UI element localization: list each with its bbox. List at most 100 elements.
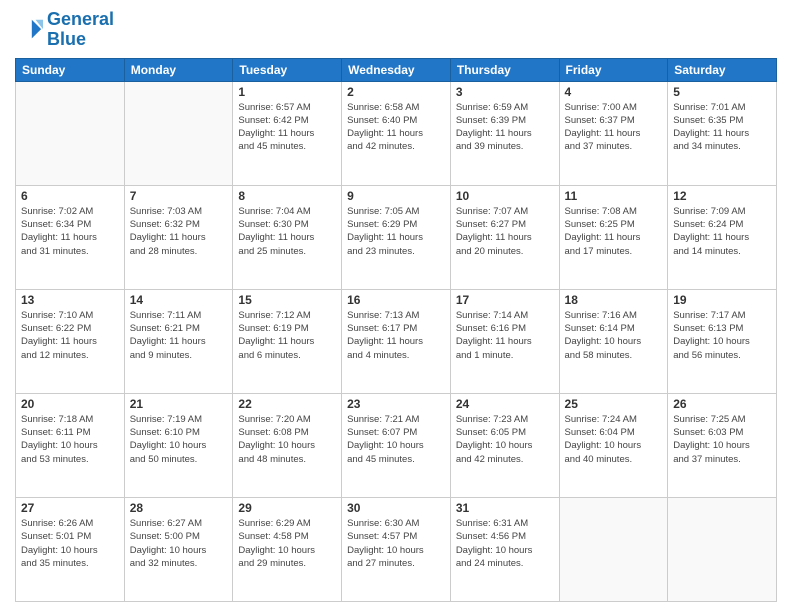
calendar-cell: 17 Sunrise: 7:14 AM Sunset: 6:16 PM Dayli… xyxy=(450,289,559,393)
weekday-header-cell: Friday xyxy=(559,58,668,81)
calendar-cell: 26 Sunrise: 7:25 AM Sunset: 6:03 PM Dayli… xyxy=(668,393,777,497)
day-info: Sunrise: 6:30 AM Sunset: 4:57 PM Dayligh… xyxy=(347,517,445,570)
day-number: 10 xyxy=(456,189,554,203)
day-number: 20 xyxy=(21,397,119,411)
day-number: 5 xyxy=(673,85,771,99)
calendar-week-row: 6 Sunrise: 7:02 AM Sunset: 6:34 PM Daylig… xyxy=(16,185,777,289)
calendar-cell: 25 Sunrise: 7:24 AM Sunset: 6:04 PM Dayli… xyxy=(559,393,668,497)
day-info: Sunrise: 7:14 AM Sunset: 6:16 PM Dayligh… xyxy=(456,309,554,362)
day-info: Sunrise: 7:04 AM Sunset: 6:30 PM Dayligh… xyxy=(238,205,336,258)
day-number: 1 xyxy=(238,85,336,99)
calendar-cell: 14 Sunrise: 7:11 AM Sunset: 6:21 PM Dayli… xyxy=(124,289,233,393)
day-number: 3 xyxy=(456,85,554,99)
calendar-cell xyxy=(16,81,125,185)
day-info: Sunrise: 7:00 AM Sunset: 6:37 PM Dayligh… xyxy=(565,101,663,154)
day-number: 22 xyxy=(238,397,336,411)
day-number: 12 xyxy=(673,189,771,203)
calendar-cell: 24Sunrise: 7:23 AM Sunset: 6:05 PM Dayli… xyxy=(450,393,559,497)
day-info: Sunrise: 7:11 AM Sunset: 6:21 PM Dayligh… xyxy=(130,309,228,362)
day-info: Sunrise: 6:57 AM Sunset: 6:42 PM Dayligh… xyxy=(238,101,336,154)
calendar-cell: 3Sunrise: 6:59 AM Sunset: 6:39 PM Daylig… xyxy=(450,81,559,185)
weekday-header-cell: Sunday xyxy=(16,58,125,81)
calendar-cell: 7 Sunrise: 7:03 AM Sunset: 6:32 PM Daylig… xyxy=(124,185,233,289)
calendar-cell: 21 Sunrise: 7:19 AM Sunset: 6:10 PM Dayli… xyxy=(124,393,233,497)
calendar-cell: 23 Sunrise: 7:21 AM Sunset: 6:07 PM Dayli… xyxy=(342,393,451,497)
calendar-cell: 28Sunrise: 6:27 AM Sunset: 5:00 PM Dayli… xyxy=(124,497,233,601)
day-number: 19 xyxy=(673,293,771,307)
calendar-cell: 8Sunrise: 7:04 AM Sunset: 6:30 PM Daylig… xyxy=(233,185,342,289)
day-info: Sunrise: 7:05 AM Sunset: 6:29 PM Dayligh… xyxy=(347,205,445,258)
day-info: Sunrise: 7:10 AM Sunset: 6:22 PM Dayligh… xyxy=(21,309,119,362)
day-info: Sunrise: 7:01 AM Sunset: 6:35 PM Dayligh… xyxy=(673,101,771,154)
day-number: 17 xyxy=(456,293,554,307)
calendar-week-row: 13Sunrise: 7:10 AM Sunset: 6:22 PM Dayli… xyxy=(16,289,777,393)
calendar-week-row: 1 Sunrise: 6:57 AM Sunset: 6:42 PM Daylig… xyxy=(16,81,777,185)
day-info: Sunrise: 7:25 AM Sunset: 6:03 PM Dayligh… xyxy=(673,413,771,466)
calendar-cell: 4 Sunrise: 7:00 AM Sunset: 6:37 PM Daylig… xyxy=(559,81,668,185)
calendar-cell: 13Sunrise: 7:10 AM Sunset: 6:22 PM Dayli… xyxy=(16,289,125,393)
calendar-cell: 1 Sunrise: 6:57 AM Sunset: 6:42 PM Daylig… xyxy=(233,81,342,185)
day-number: 7 xyxy=(130,189,228,203)
day-info: Sunrise: 7:03 AM Sunset: 6:32 PM Dayligh… xyxy=(130,205,228,258)
day-info: Sunrise: 7:09 AM Sunset: 6:24 PM Dayligh… xyxy=(673,205,771,258)
day-number: 21 xyxy=(130,397,228,411)
calendar-cell: 27 Sunrise: 6:26 AM Sunset: 5:01 PM Dayli… xyxy=(16,497,125,601)
day-number: 4 xyxy=(565,85,663,99)
day-info: Sunrise: 7:23 AM Sunset: 6:05 PM Dayligh… xyxy=(456,413,554,466)
weekday-header-cell: Tuesday xyxy=(233,58,342,81)
day-number: 23 xyxy=(347,397,445,411)
calendar-cell: 30Sunrise: 6:30 AM Sunset: 4:57 PM Dayli… xyxy=(342,497,451,601)
calendar-cell xyxy=(668,497,777,601)
logo: General Blue xyxy=(15,10,114,50)
day-number: 28 xyxy=(130,501,228,515)
day-info: Sunrise: 7:21 AM Sunset: 6:07 PM Dayligh… xyxy=(347,413,445,466)
logo-text: General Blue xyxy=(47,10,114,50)
day-number: 2 xyxy=(347,85,445,99)
page: General Blue SundayMondayTuesdayWednesda… xyxy=(0,0,792,612)
day-info: Sunrise: 7:18 AM Sunset: 6:11 PM Dayligh… xyxy=(21,413,119,466)
day-number: 6 xyxy=(21,189,119,203)
day-number: 15 xyxy=(238,293,336,307)
calendar-cell: 5 Sunrise: 7:01 AM Sunset: 6:35 PM Daylig… xyxy=(668,81,777,185)
calendar-cell: 9Sunrise: 7:05 AM Sunset: 6:29 PM Daylig… xyxy=(342,185,451,289)
day-number: 27 xyxy=(21,501,119,515)
day-number: 26 xyxy=(673,397,771,411)
calendar-cell xyxy=(559,497,668,601)
weekday-header-cell: Wednesday xyxy=(342,58,451,81)
calendar-cell: 18Sunrise: 7:16 AM Sunset: 6:14 PM Dayli… xyxy=(559,289,668,393)
calendar-cell: 16 Sunrise: 7:13 AM Sunset: 6:17 PM Dayli… xyxy=(342,289,451,393)
calendar-cell: 11 Sunrise: 7:08 AM Sunset: 6:25 PM Dayli… xyxy=(559,185,668,289)
day-info: Sunrise: 6:31 AM Sunset: 4:56 PM Dayligh… xyxy=(456,517,554,570)
day-info: Sunrise: 7:24 AM Sunset: 6:04 PM Dayligh… xyxy=(565,413,663,466)
calendar-cell: 22 Sunrise: 7:20 AM Sunset: 6:08 PM Dayli… xyxy=(233,393,342,497)
calendar-table: SundayMondayTuesdayWednesdayThursdayFrid… xyxy=(15,58,777,602)
day-info: Sunrise: 7:20 AM Sunset: 6:08 PM Dayligh… xyxy=(238,413,336,466)
calendar-cell: 10Sunrise: 7:07 AM Sunset: 6:27 PM Dayli… xyxy=(450,185,559,289)
calendar-body: 1 Sunrise: 6:57 AM Sunset: 6:42 PM Daylig… xyxy=(16,81,777,601)
day-number: 16 xyxy=(347,293,445,307)
day-info: Sunrise: 6:26 AM Sunset: 5:01 PM Dayligh… xyxy=(21,517,119,570)
day-info: Sunrise: 7:13 AM Sunset: 6:17 PM Dayligh… xyxy=(347,309,445,362)
day-info: Sunrise: 7:02 AM Sunset: 6:34 PM Dayligh… xyxy=(21,205,119,258)
calendar-week-row: 27 Sunrise: 6:26 AM Sunset: 5:01 PM Dayli… xyxy=(16,497,777,601)
day-number: 14 xyxy=(130,293,228,307)
calendar-cell: 2 Sunrise: 6:58 AM Sunset: 6:40 PM Daylig… xyxy=(342,81,451,185)
day-number: 29 xyxy=(238,501,336,515)
weekday-header-row: SundayMondayTuesdayWednesdayThursdayFrid… xyxy=(16,58,777,81)
day-info: Sunrise: 7:19 AM Sunset: 6:10 PM Dayligh… xyxy=(130,413,228,466)
day-info: Sunrise: 7:16 AM Sunset: 6:14 PM Dayligh… xyxy=(565,309,663,362)
logo-icon xyxy=(15,16,43,44)
day-number: 25 xyxy=(565,397,663,411)
day-number: 11 xyxy=(565,189,663,203)
day-info: Sunrise: 6:29 AM Sunset: 4:58 PM Dayligh… xyxy=(238,517,336,570)
calendar-cell: 19 Sunrise: 7:17 AM Sunset: 6:13 PM Dayli… xyxy=(668,289,777,393)
day-info: Sunrise: 7:08 AM Sunset: 6:25 PM Dayligh… xyxy=(565,205,663,258)
calendar-cell: 6 Sunrise: 7:02 AM Sunset: 6:34 PM Daylig… xyxy=(16,185,125,289)
weekday-header-cell: Thursday xyxy=(450,58,559,81)
calendar-cell: 12 Sunrise: 7:09 AM Sunset: 6:24 PM Dayli… xyxy=(668,185,777,289)
day-info: Sunrise: 6:58 AM Sunset: 6:40 PM Dayligh… xyxy=(347,101,445,154)
calendar-cell: 31 Sunrise: 6:31 AM Sunset: 4:56 PM Dayli… xyxy=(450,497,559,601)
day-info: Sunrise: 7:17 AM Sunset: 6:13 PM Dayligh… xyxy=(673,309,771,362)
day-number: 31 xyxy=(456,501,554,515)
calendar-cell xyxy=(124,81,233,185)
